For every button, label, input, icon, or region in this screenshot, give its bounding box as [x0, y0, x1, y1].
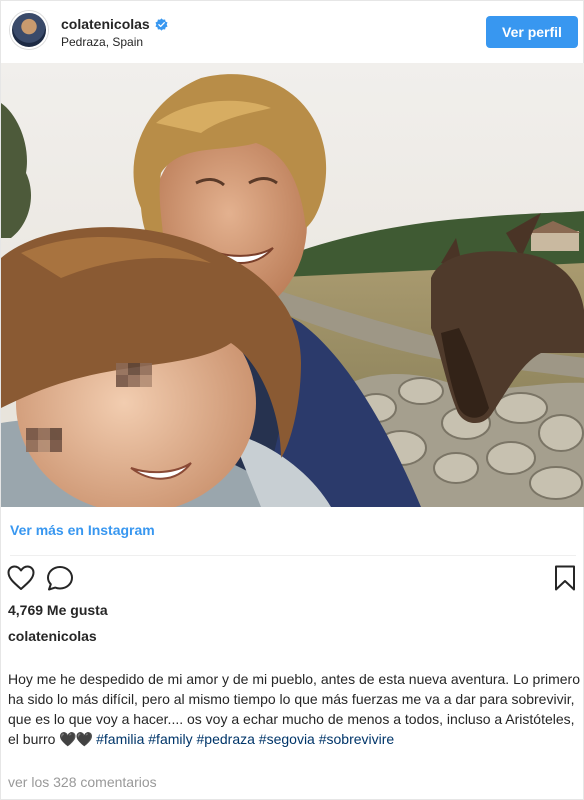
likes-count[interactable]: 4,769 Me gusta: [8, 602, 108, 618]
post-photo[interactable]: [1, 63, 584, 507]
location[interactable]: Pedraza, Spain: [61, 35, 143, 49]
username[interactable]: colatenicolas: [61, 16, 150, 32]
bookmark-icon[interactable]: [554, 565, 576, 591]
heart-icon[interactable]: [7, 565, 35, 591]
verified-badge-icon: [155, 17, 168, 31]
instagram-embed-post: colatenicolas Pedraza, Spain Ver perfil: [0, 0, 584, 800]
caption-username[interactable]: colatenicolas: [8, 628, 97, 644]
hashtag-pedraza[interactable]: #pedraza: [197, 731, 255, 747]
view-on-instagram-link[interactable]: Ver más en Instagram: [10, 522, 155, 538]
selfie-photo-image: [1, 63, 584, 507]
username-row: colatenicolas: [61, 15, 168, 33]
view-profile-button[interactable]: Ver perfil: [486, 16, 578, 48]
action-bar: [1, 563, 584, 593]
view-comments-link[interactable]: ver los 328 comentarios: [8, 774, 157, 790]
comment-icon[interactable]: [46, 565, 74, 591]
caption-text: Hoy me he despedido de mi amor y de mi p…: [8, 669, 580, 749]
hashtag-sobrevivire[interactable]: #sobrevivire: [319, 731, 394, 747]
hashtag-familia[interactable]: #familia: [96, 731, 144, 747]
hashtag-family[interactable]: #family: [148, 731, 192, 747]
divider: [10, 555, 576, 556]
avatar[interactable]: [10, 11, 48, 49]
black-hearts-emoji: 🖤🖤: [59, 731, 93, 747]
post-header: colatenicolas Pedraza, Spain Ver perfil: [1, 1, 584, 63]
hashtag-segovia[interactable]: #segovia: [259, 731, 315, 747]
